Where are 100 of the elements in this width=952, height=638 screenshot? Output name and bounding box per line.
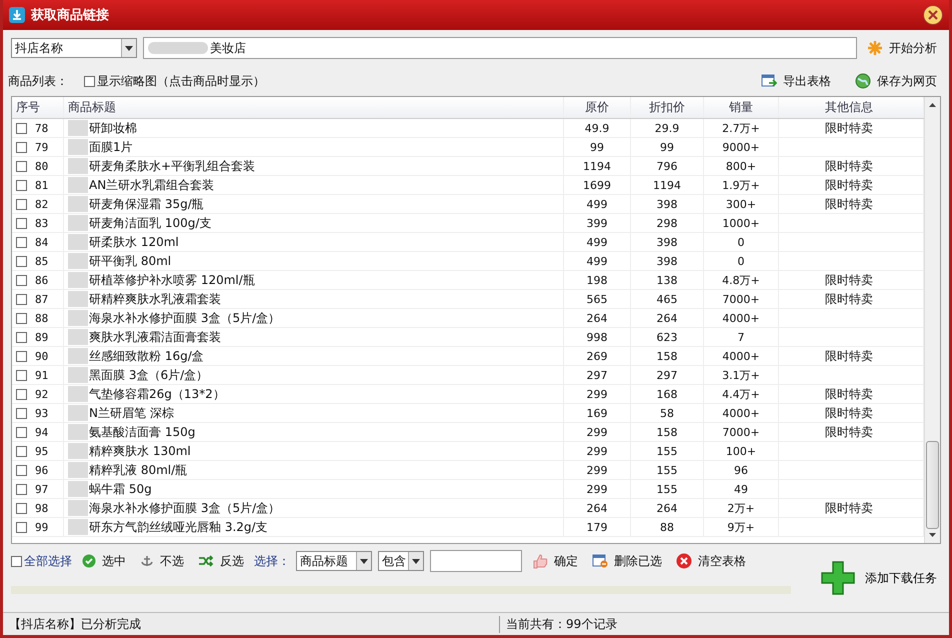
table-cell: 998 bbox=[586, 330, 608, 344]
action-button[interactable]: 选中 bbox=[78, 550, 130, 572]
table-cell: 海泉水补水修护面膜 3盒（5片/盒） bbox=[89, 310, 280, 326]
table-cell: 81 bbox=[35, 178, 48, 192]
row-checkbox[interactable] bbox=[16, 236, 27, 248]
row-checkbox[interactable] bbox=[16, 294, 27, 304]
add-task-button[interactable]: 添加下载任务 bbox=[817, 558, 941, 598]
table-cell: 研平衡乳 80ml bbox=[89, 252, 172, 270]
select-all-checkbox[interactable]: 全部选择 bbox=[11, 552, 72, 570]
row-checkbox[interactable] bbox=[16, 142, 27, 152]
table-cell: 299 bbox=[586, 482, 608, 496]
action-button[interactable]: 不选 bbox=[136, 550, 188, 572]
row-checkbox[interactable] bbox=[16, 122, 27, 134]
keyword-field[interactable] bbox=[430, 550, 522, 572]
row-checkbox[interactable] bbox=[16, 256, 27, 266]
row-checkbox[interactable] bbox=[16, 446, 27, 456]
table-cell: 限时特卖 bbox=[825, 272, 873, 288]
blurred-text bbox=[68, 310, 88, 326]
table-cell: 82 bbox=[35, 198, 48, 210]
table-cell: 90 bbox=[35, 350, 48, 362]
table-cell: 80 bbox=[35, 160, 48, 172]
globe-icon bbox=[855, 73, 871, 89]
thumbnail-checkbox[interactable]: 显示缩略图（点击商品时显示） bbox=[84, 72, 265, 90]
table-cell: 研卸妆棉 bbox=[89, 120, 137, 136]
shop-name-field[interactable]: 美妆店 bbox=[143, 37, 857, 59]
row-checkbox[interactable] bbox=[16, 160, 27, 172]
check-icon bbox=[82, 554, 96, 568]
table-cell: 4.8万+ bbox=[722, 272, 760, 288]
column-header: 折扣价 bbox=[649, 99, 685, 116]
plus-icon bbox=[821, 561, 855, 595]
table-cell: 158 bbox=[656, 426, 678, 438]
row-checkbox[interactable] bbox=[16, 464, 27, 476]
blurred-text bbox=[68, 139, 88, 155]
table-cell: 93 bbox=[35, 406, 48, 420]
table-cell: 78 bbox=[35, 122, 48, 134]
table-cell: 269 bbox=[586, 350, 608, 362]
row-checkbox[interactable] bbox=[16, 312, 27, 324]
row-checkbox[interactable] bbox=[16, 218, 27, 228]
shop-dropdown[interactable]: 抖店名称 bbox=[11, 38, 137, 58]
blurred-text bbox=[68, 367, 88, 383]
table-cell: 1.9万+ bbox=[722, 178, 760, 192]
confirm-button[interactable]: 确定 bbox=[528, 550, 582, 572]
table-cell: 99 bbox=[660, 140, 674, 154]
table-cell: 黑面膜 3盒（6片/盒） bbox=[89, 366, 208, 384]
blurred-text bbox=[148, 42, 208, 54]
table-cell: 限时特卖 bbox=[825, 120, 873, 136]
analyze-button[interactable]: 开始分析 bbox=[863, 38, 941, 58]
table-cell: 299 bbox=[586, 426, 608, 438]
blurred-text bbox=[68, 234, 88, 250]
row-checkbox[interactable] bbox=[16, 408, 27, 418]
row-checkbox[interactable] bbox=[16, 332, 27, 342]
table-cell: 0 bbox=[738, 236, 744, 248]
close-icon bbox=[676, 553, 692, 569]
table-cell: 1194 bbox=[653, 178, 681, 192]
row-checkbox[interactable] bbox=[16, 388, 27, 400]
filter-label: 选择： bbox=[254, 552, 290, 570]
table-cell: 499 bbox=[586, 236, 608, 248]
delete-selected-button[interactable]: 删除已选 bbox=[588, 550, 666, 572]
table-cell: 85 bbox=[35, 254, 48, 268]
table-cell: 限时特卖 bbox=[825, 290, 873, 308]
table-cell: 155 bbox=[656, 482, 678, 496]
save-webpage-button[interactable]: 保存为网页 bbox=[851, 70, 941, 92]
table-cell: 海泉水补水修护面膜 3盒（5片/盒） bbox=[89, 500, 280, 516]
row-checkbox[interactable] bbox=[16, 370, 27, 380]
scroll-thumb[interactable] bbox=[926, 441, 939, 529]
row-checkbox[interactable] bbox=[16, 198, 27, 210]
field-dropdown[interactable]: 商品标题 bbox=[296, 551, 372, 571]
blurred-text bbox=[68, 272, 88, 288]
table-cell: 气垫修容霜26g（13*2） bbox=[89, 386, 225, 402]
scrollbar[interactable] bbox=[924, 97, 940, 543]
mode-dropdown[interactable]: 包含 bbox=[378, 551, 424, 571]
table-cell: 264 bbox=[586, 312, 608, 324]
table-cell: 86 bbox=[35, 274, 48, 286]
table-cell: 4.4万+ bbox=[722, 386, 760, 402]
table-cell: 限时特卖 bbox=[825, 386, 873, 402]
table-cell: 100+ bbox=[726, 444, 756, 458]
status-text: 【抖店名称】已分析完成 bbox=[3, 616, 500, 632]
table-cell: 限时特卖 bbox=[825, 424, 873, 440]
clear-table-button[interactable]: 清空表格 bbox=[672, 550, 750, 572]
asterisk-icon bbox=[867, 40, 883, 56]
row-checkbox[interactable] bbox=[16, 426, 27, 438]
row-checkbox[interactable] bbox=[16, 484, 27, 494]
list-label: 商品列表： bbox=[8, 72, 68, 90]
blurred-text bbox=[68, 500, 88, 516]
table-cell: 169 bbox=[586, 406, 608, 420]
table-cell: 155 bbox=[656, 444, 678, 458]
table-cell: 49 bbox=[734, 482, 748, 496]
action-button[interactable]: 反选 bbox=[194, 550, 248, 572]
row-checkbox[interactable] bbox=[16, 502, 27, 514]
close-button[interactable] bbox=[923, 5, 943, 25]
row-checkbox[interactable] bbox=[16, 350, 27, 362]
row-checkbox[interactable] bbox=[16, 180, 27, 190]
table-cell: 83 bbox=[35, 216, 48, 230]
row-checkbox[interactable] bbox=[16, 274, 27, 286]
table-cell: 4000+ bbox=[722, 312, 760, 324]
blurred-text bbox=[68, 253, 88, 269]
row-checkbox[interactable] bbox=[16, 522, 27, 532]
table-cell: 168 bbox=[656, 388, 678, 400]
table-cell: 398 bbox=[656, 236, 678, 248]
export-button[interactable]: 导出表格 bbox=[757, 70, 835, 92]
